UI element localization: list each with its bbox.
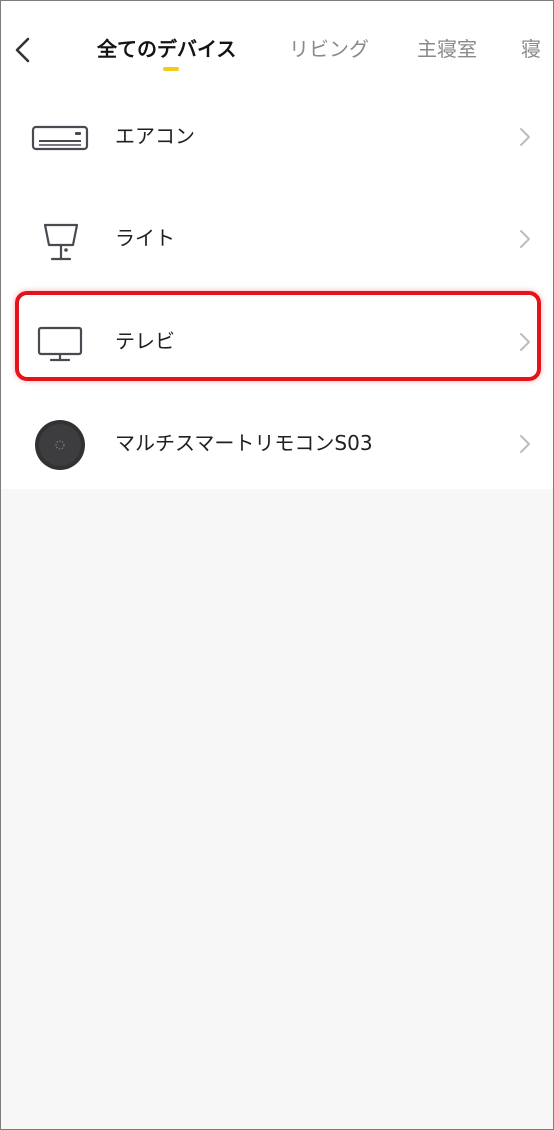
header-bar: 全てのデバイス リビング 主寝室 寝 — [1, 1, 553, 91]
app-screen: 全てのデバイス リビング 主寝室 寝 エアコン ライト テレビ マルチスマートリ… — [0, 0, 554, 1130]
device-label: ライト — [115, 226, 175, 250]
tab-living[interactable]: リビング — [289, 35, 369, 63]
device-row-tv[interactable]: テレビ — [1, 296, 553, 388]
chevron-right-icon — [520, 128, 530, 146]
device-label: マルチスマートリモコンS03 — [115, 431, 373, 455]
device-row-smart-remote[interactable]: マルチスマートリモコンS03 — [1, 398, 553, 490]
device-row-light[interactable]: ライト — [1, 193, 553, 285]
device-label: エアコン — [115, 124, 195, 148]
device-label: テレビ — [115, 329, 175, 353]
tab-master-bedroom[interactable]: 主寝室 — [417, 35, 477, 63]
room-tabs: 全てのデバイス リビング 主寝室 寝 — [1, 1, 553, 91]
active-tab-indicator — [163, 67, 179, 71]
device-list: エアコン ライト テレビ マルチスマートリモコンS03 — [1, 91, 553, 489]
tab-bedroom-partial[interactable]: 寝 — [521, 35, 541, 63]
lamp-icon — [23, 207, 97, 271]
tv-icon — [23, 310, 97, 374]
air-conditioner-icon — [23, 105, 97, 169]
chevron-right-icon — [520, 230, 530, 248]
device-row-air-conditioner[interactable]: エアコン — [1, 91, 553, 183]
tab-all-devices[interactable]: 全てのデバイス — [97, 35, 236, 63]
chevron-right-icon — [520, 333, 530, 351]
smart-remote-hub-icon — [23, 412, 97, 476]
chevron-right-icon — [520, 435, 530, 453]
